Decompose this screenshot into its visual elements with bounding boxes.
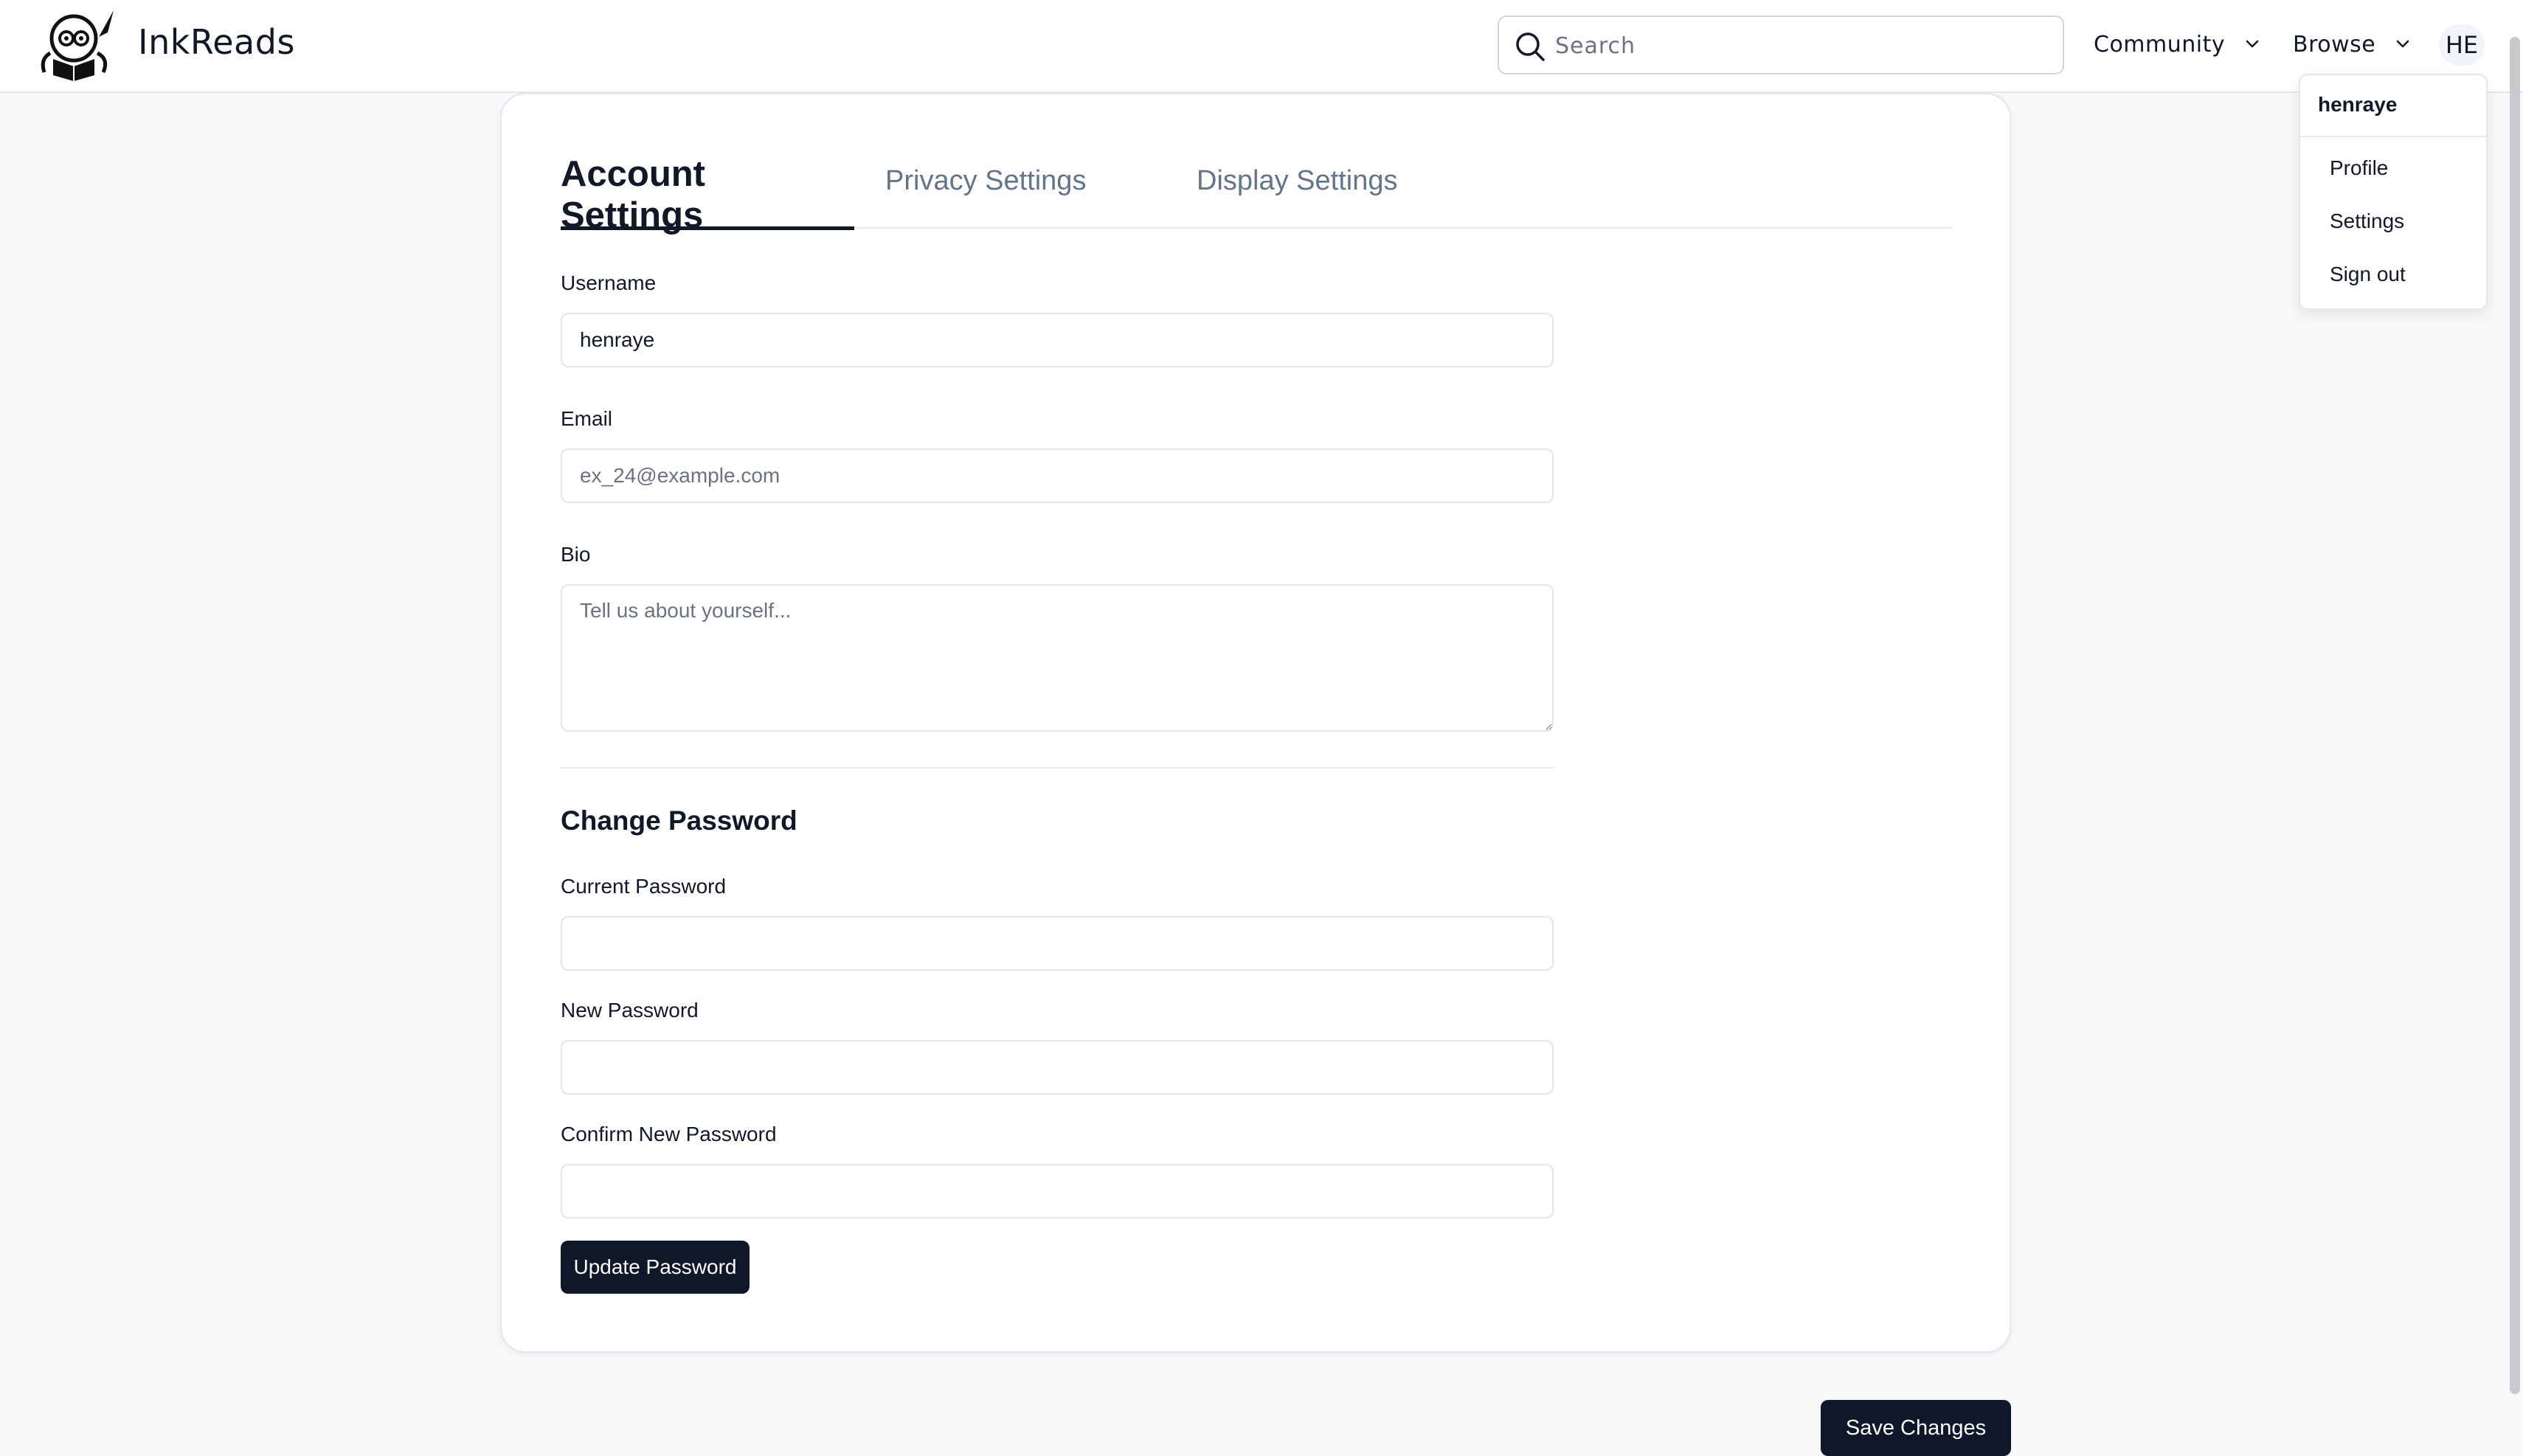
- search-box[interactable]: [1498, 15, 2064, 74]
- top-navbar: InkReads Community Browse HE: [0, 0, 2523, 93]
- settings-card: Account Settings Privacy Settings Displa…: [500, 93, 2011, 1353]
- scrollbar-thumb[interactable]: [2510, 37, 2520, 1394]
- menu-item-profile[interactable]: Profile: [2330, 156, 2388, 180]
- nav-browse-label: Browse: [2293, 31, 2376, 58]
- bio-textarea[interactable]: [561, 584, 1554, 732]
- current-password-label: Current Password: [561, 875, 727, 898]
- confirm-password-label: Confirm New Password: [561, 1123, 777, 1145]
- tab-privacy-settings[interactable]: Privacy Settings: [885, 165, 1086, 240]
- username-label: Username: [561, 271, 657, 294]
- confirm-password-field[interactable]: [561, 1164, 1554, 1218]
- menu-item-sign-out[interactable]: Sign out: [2330, 263, 2406, 286]
- dropdown-username: henraye: [2318, 93, 2398, 116]
- user-dropdown-menu: henraye Profile Settings Sign out: [2299, 74, 2488, 310]
- tab-display-settings[interactable]: Display Settings: [1197, 165, 1397, 240]
- dropdown-divider: [2300, 136, 2486, 137]
- email-field[interactable]: [561, 448, 1554, 503]
- nav-browse-menu[interactable]: Browse: [2293, 27, 2412, 62]
- nav-community-menu[interactable]: Community: [2094, 27, 2262, 62]
- menu-item-settings[interactable]: Settings: [2330, 209, 2404, 233]
- current-password-field[interactable]: [561, 916, 1554, 971]
- search-input[interactable]: [1555, 26, 2042, 66]
- brand-name[interactable]: InkReads: [138, 22, 295, 62]
- section-divider: [561, 767, 1554, 769]
- octopus-logo-icon[interactable]: [37, 7, 117, 84]
- new-password-field[interactable]: [561, 1040, 1554, 1095]
- chevron-down-icon: [2396, 40, 2409, 48]
- save-changes-button[interactable]: Save Changes: [1821, 1400, 2011, 1456]
- settings-tabs: Account Settings Privacy Settings Displa…: [561, 153, 1952, 235]
- chevron-down-icon: [2246, 40, 2259, 48]
- update-password-button[interactable]: Update Password: [561, 1241, 750, 1294]
- new-password-label: New Password: [561, 999, 699, 1022]
- change-password-heading: Change Password: [561, 805, 797, 836]
- tab-account-settings[interactable]: Account Settings: [561, 153, 854, 235]
- nav-community-label: Community: [2094, 31, 2226, 58]
- email-label: Email: [561, 407, 613, 430]
- user-avatar-button[interactable]: HE: [2439, 24, 2485, 66]
- username-field[interactable]: [561, 313, 1554, 367]
- search-icon: [1516, 32, 1545, 61]
- bio-label: Bio: [561, 543, 591, 566]
